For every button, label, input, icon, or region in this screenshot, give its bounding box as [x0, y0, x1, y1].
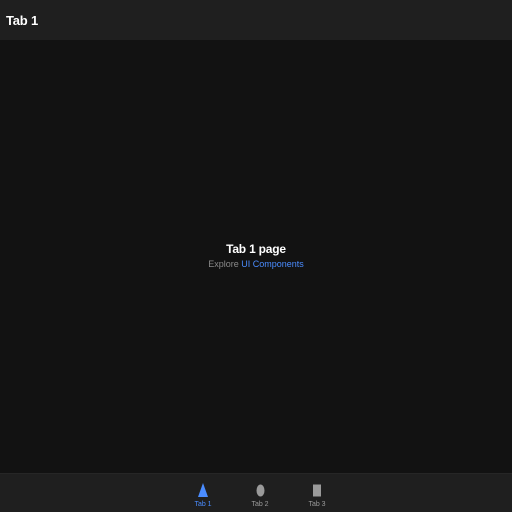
tab-bar: Tab 1 Tab 2 Tab 3 — [0, 473, 512, 512]
triangle-icon — [198, 483, 208, 497]
empty-state: Tab 1 page Explore UI Components — [0, 242, 512, 270]
app-root: Tab 1 Tab 1 page Explore UI Components T… — [0, 0, 512, 512]
ui-components-link[interactable]: UI Components — [241, 259, 304, 269]
page-title: Tab 1 — [6, 12, 38, 28]
ellipse-icon — [256, 483, 265, 497]
page-heading: Tab 1 page — [226, 242, 286, 256]
toolbar-header: Tab 1 — [0, 0, 512, 40]
explore-prefix: Explore — [208, 259, 242, 269]
explore-text: Explore UI Components — [0, 259, 512, 270]
tab-3[interactable]: Tab 3 — [297, 474, 337, 512]
tab-label: Tab 3 — [308, 501, 326, 508]
square-icon — [313, 483, 321, 497]
tab-1[interactable]: Tab 1 — [183, 474, 223, 512]
tab-label: Tab 1 — [194, 501, 212, 508]
tab-2[interactable]: Tab 2 — [240, 474, 280, 512]
main-content: Tab 1 page Explore UI Components — [0, 40, 512, 473]
tab-label: Tab 2 — [251, 501, 269, 508]
